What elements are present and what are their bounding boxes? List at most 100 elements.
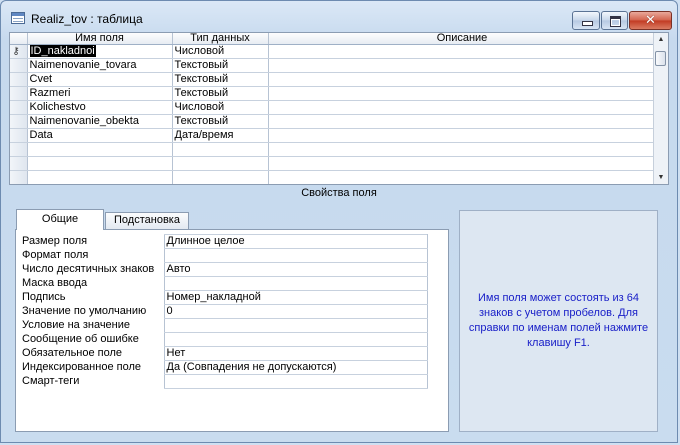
- property-value[interactable]: Номер_накладной: [163, 290, 428, 305]
- description-cell[interactable]: [268, 128, 657, 143]
- row-selector[interactable]: [10, 86, 28, 101]
- column-header-field-name[interactable]: Имя поля: [27, 33, 173, 45]
- field-name-cell[interactable]: Razmeri: [27, 86, 173, 101]
- field-name-cell[interactable]: [27, 170, 173, 184]
- row-selector[interactable]: [10, 156, 28, 171]
- field-name-cell[interactable]: [27, 142, 173, 157]
- maximize-button[interactable]: [601, 11, 628, 30]
- description-cell[interactable]: [268, 72, 657, 87]
- data-type-cell[interactable]: Текстовый: [172, 58, 269, 73]
- field-row[interactable]: [10, 156, 657, 171]
- property-label: Формат поля: [22, 249, 89, 261]
- field-name-cell-text: Data: [29, 129, 53, 141]
- property-value[interactable]: [163, 248, 428, 263]
- data-type-cell[interactable]: [172, 142, 269, 157]
- property-row: Размер поля Длинное целое: [20, 234, 428, 249]
- field-name-cell[interactable]: Kolichestvo: [27, 100, 173, 115]
- window-title: Realiz_tov : таблица: [31, 12, 143, 26]
- scroll-down-icon[interactable]: ▼: [654, 171, 668, 184]
- field-row[interactable]: Data Дата/время: [10, 128, 657, 143]
- property-row: Маска ввода: [20, 276, 428, 291]
- property-value[interactable]: Авто: [163, 262, 428, 277]
- row-selector[interactable]: [10, 114, 28, 129]
- row-selector[interactable]: [10, 170, 28, 184]
- column-header-data-type[interactable]: Тип данных: [172, 33, 269, 45]
- scroll-thumb[interactable]: [655, 51, 666, 66]
- data-type-cell[interactable]: Текстовый: [172, 72, 269, 87]
- field-name-cell[interactable]: Cvet: [27, 72, 173, 87]
- tab-lookup[interactable]: Подстановка: [105, 212, 189, 230]
- field-name-cell[interactable]: [27, 156, 173, 171]
- field-name-cell[interactable]: Data: [27, 128, 173, 143]
- property-row: Условие на значение: [20, 318, 428, 333]
- help-text: Имя поля может состоять из 64 знаков с у…: [468, 292, 649, 349]
- data-type-cell[interactable]: Числовой: [172, 44, 269, 59]
- data-type-cell-text: Дата/время: [174, 129, 234, 141]
- title-bar[interactable]: Realiz_tov : таблица ✕: [1, 1, 677, 31]
- field-name-cell[interactable]: Naimenovanie_tovara: [27, 58, 173, 73]
- row-selector[interactable]: [10, 72, 28, 87]
- property-label: Значение по умолчанию: [22, 305, 147, 317]
- property-value[interactable]: [163, 318, 428, 333]
- description-cell[interactable]: [268, 100, 657, 115]
- property-row: Смарт-теги: [20, 374, 428, 389]
- property-row: Число десятичных знаков Авто: [20, 262, 428, 277]
- field-row[interactable]: Razmeri Текстовый: [10, 86, 657, 101]
- property-label: Размер поля: [22, 235, 88, 247]
- field-properties-title: Свойства поля: [301, 187, 377, 199]
- property-label: Обязательное поле: [22, 347, 123, 359]
- row-selector[interactable]: [10, 142, 28, 157]
- field-row[interactable]: Cvet Текстовый: [10, 72, 657, 87]
- close-button[interactable]: ✕: [629, 11, 672, 30]
- property-row: Сообщение об ошибке: [20, 332, 428, 347]
- property-value[interactable]: [163, 332, 428, 347]
- property-row: Индексированное поле Да (Совпадения не до…: [20, 360, 428, 375]
- property-value[interactable]: [163, 276, 428, 291]
- row-selector[interactable]: [10, 128, 28, 143]
- data-type-cell[interactable]: [172, 170, 269, 184]
- field-row[interactable]: ⚷ ID_nakladnoi Числовой: [10, 44, 657, 59]
- field-row[interactable]: [10, 142, 657, 157]
- column-header-description[interactable]: Описание: [268, 33, 657, 45]
- property-value[interactable]: [163, 374, 428, 389]
- property-value[interactable]: 0: [163, 304, 428, 319]
- data-type-cell[interactable]: Текстовый: [172, 86, 269, 101]
- description-cell[interactable]: [268, 156, 657, 171]
- field-name-cell-text: ID_nakladnoi: [28, 44, 97, 58]
- grid-vertical-scrollbar[interactable]: ▲ ▼: [653, 33, 668, 184]
- property-value[interactable]: Да (Совпадения не допускаются): [163, 360, 428, 375]
- data-type-cell[interactable]: Дата/время: [172, 128, 269, 143]
- field-name-cell[interactable]: ID_nakladnoi: [27, 44, 173, 59]
- data-type-cell[interactable]: [172, 156, 269, 171]
- tab-general[interactable]: Общие: [16, 209, 104, 230]
- field-row[interactable]: Naimenovanie_obekta Текстовый: [10, 114, 657, 129]
- scroll-up-icon[interactable]: ▲: [654, 33, 668, 46]
- property-label: Число десятичных знаков: [22, 263, 155, 275]
- field-row[interactable]: Naimenovanie_tovara Текстовый: [10, 58, 657, 73]
- description-cell[interactable]: [268, 44, 657, 59]
- property-value[interactable]: Длинное целое: [163, 234, 428, 249]
- general-properties-panel: Размер поля Длинное целое Формат поля Число…: [15, 229, 449, 432]
- field-name-cell[interactable]: Naimenovanie_obekta: [27, 114, 173, 129]
- table-design-window: Realiz_tov : таблица ✕ Имя поля Тип данн…: [0, 0, 678, 443]
- property-label: Индексированное поле: [22, 361, 141, 373]
- minimize-button[interactable]: [572, 11, 600, 30]
- row-selector[interactable]: [10, 100, 28, 115]
- minimize-icon: [582, 21, 593, 26]
- description-cell[interactable]: [268, 142, 657, 157]
- property-row: Обязательное поле Нет: [20, 346, 428, 361]
- row-selector[interactable]: ⚷: [10, 44, 28, 59]
- data-type-cell-text: Текстовый: [174, 59, 229, 71]
- property-row: Формат поля: [20, 248, 428, 263]
- field-row[interactable]: [10, 170, 657, 184]
- row-selector-header[interactable]: [10, 33, 28, 45]
- description-cell[interactable]: [268, 170, 657, 184]
- property-value[interactable]: Нет: [163, 346, 428, 361]
- data-type-cell[interactable]: Текстовый: [172, 114, 269, 129]
- description-cell[interactable]: [268, 114, 657, 129]
- row-selector[interactable]: [10, 58, 28, 73]
- field-row[interactable]: Kolichestvo Числовой: [10, 100, 657, 115]
- description-cell[interactable]: [268, 86, 657, 101]
- data-type-cell[interactable]: Числовой: [172, 100, 269, 115]
- description-cell[interactable]: [268, 58, 657, 73]
